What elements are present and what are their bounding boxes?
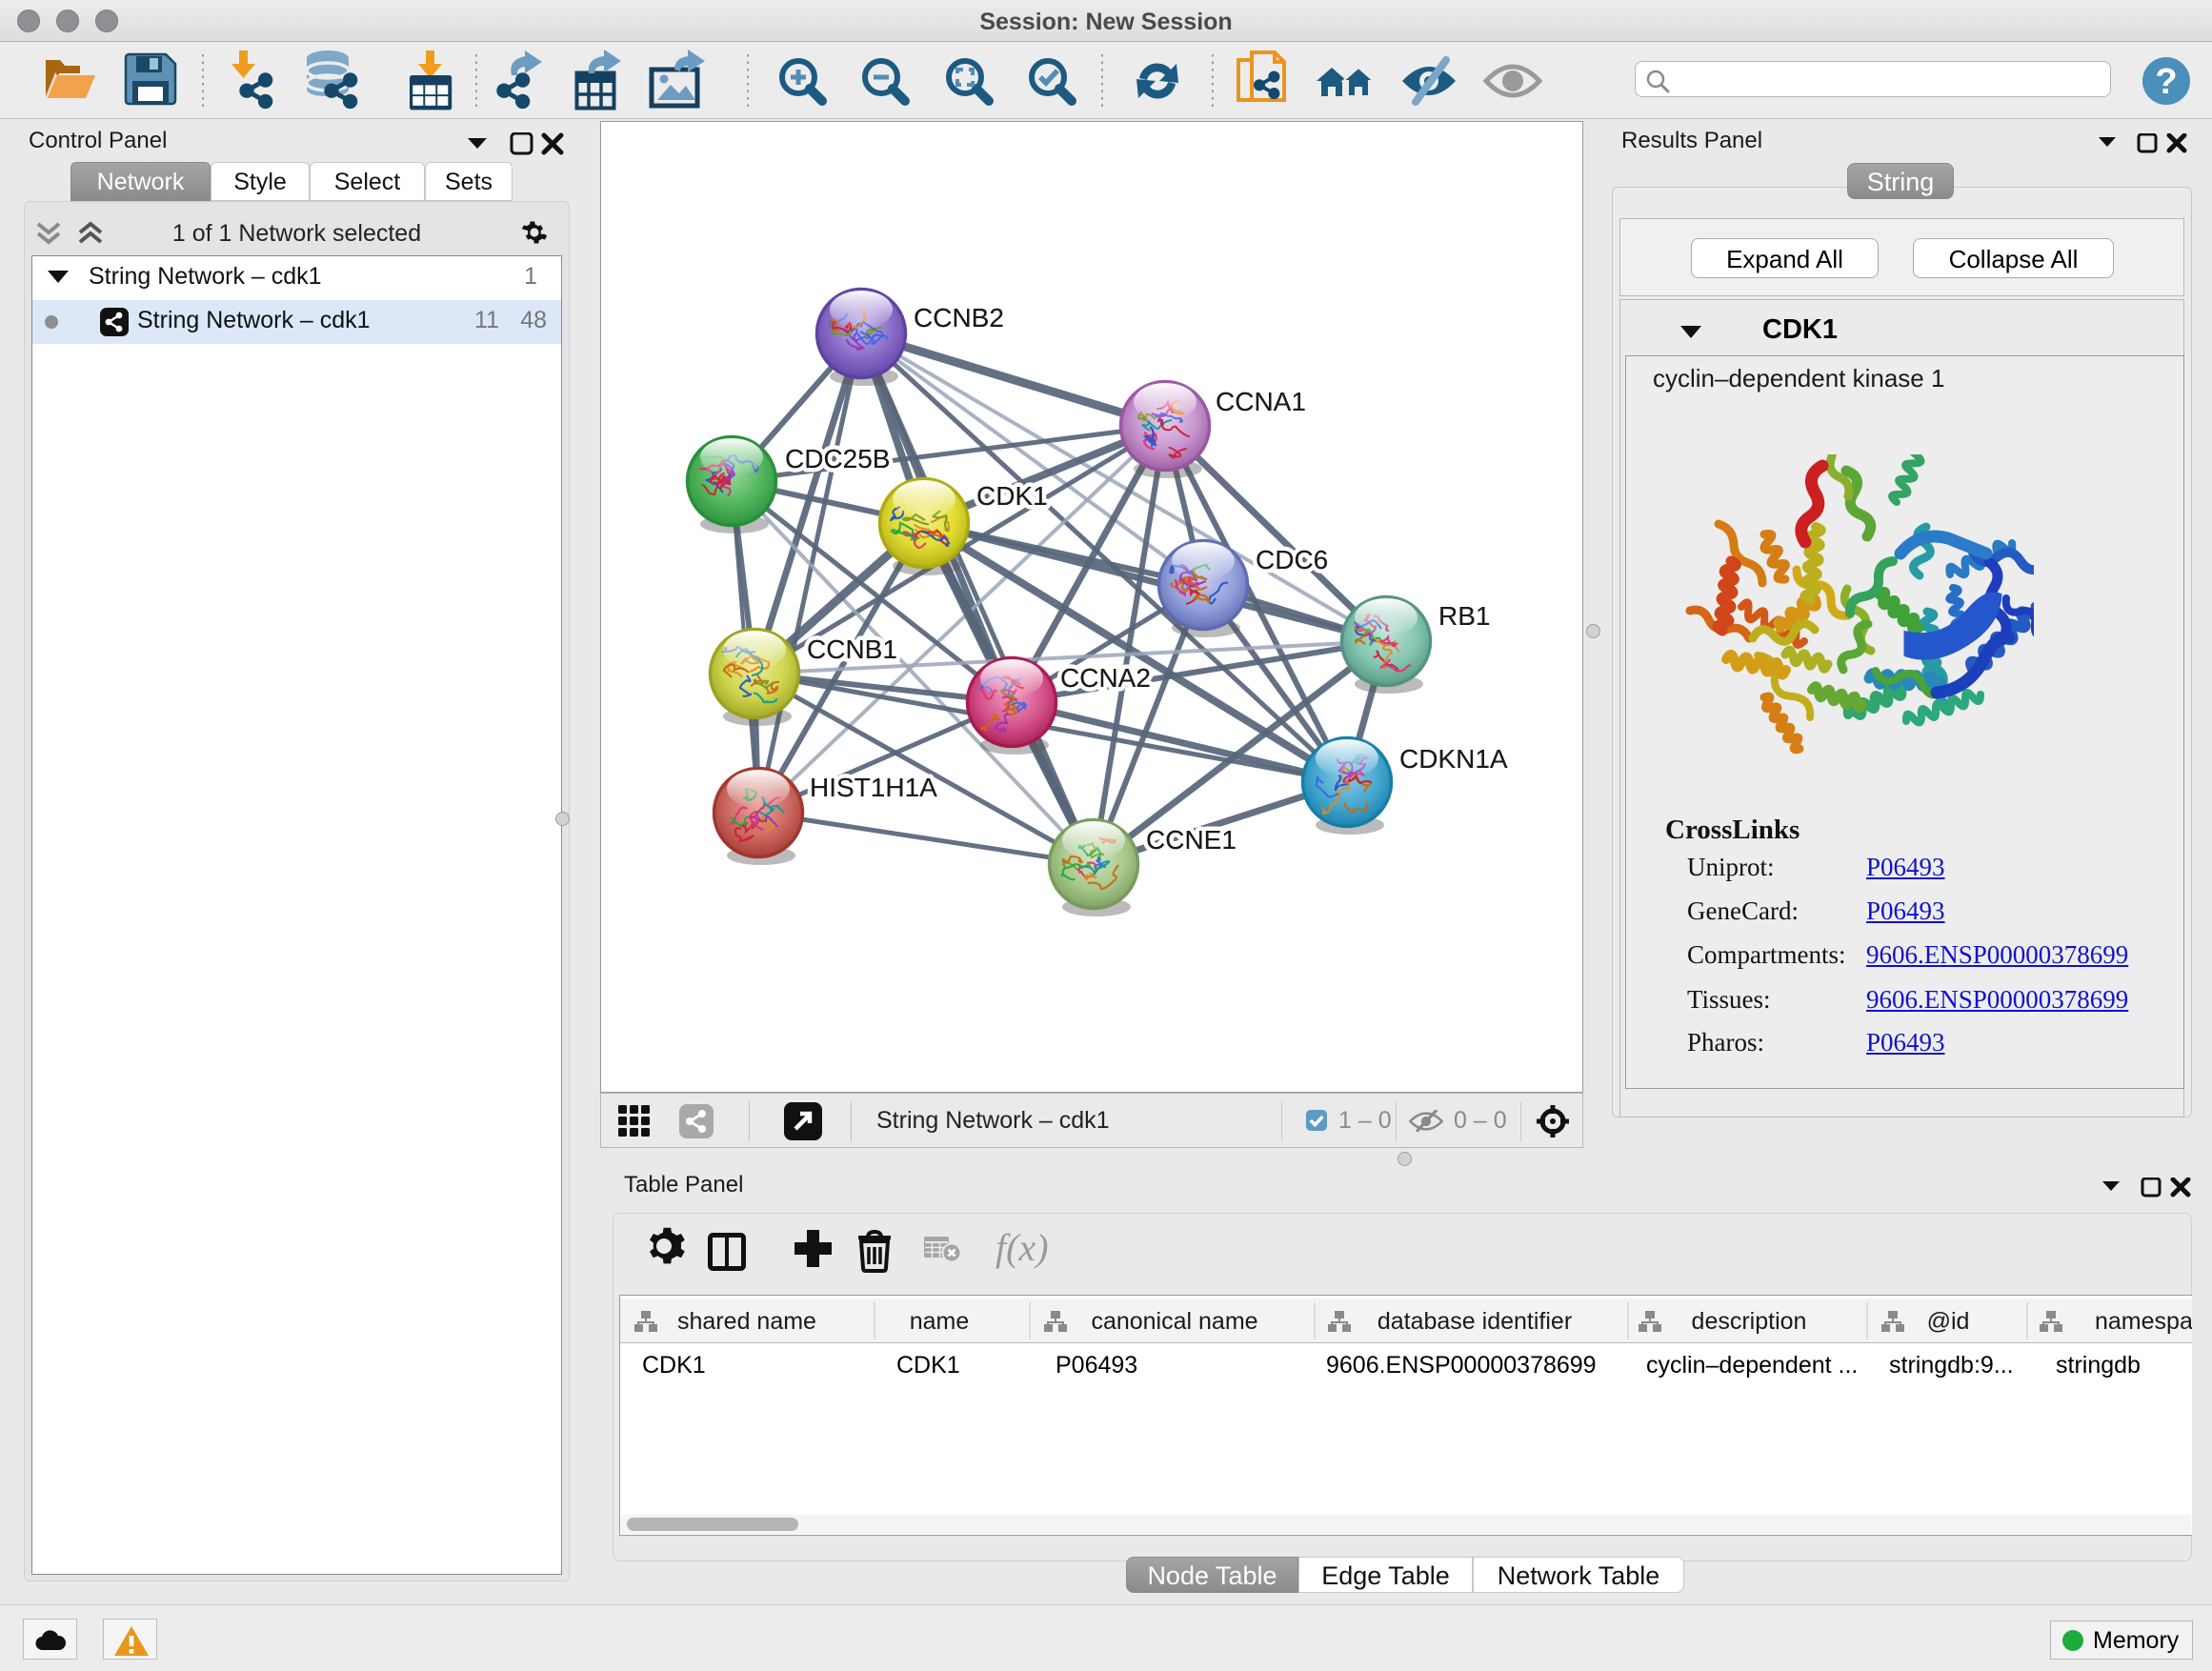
svg-text:database identifier: database identifier — [1377, 1308, 1572, 1335]
svg-text:?: ? — [2155, 62, 2177, 102]
svg-text:name: name — [910, 1308, 970, 1335]
svg-text:CDC25B: CDC25B — [785, 444, 890, 473]
svg-text:CDKN1A: CDKN1A — [1399, 744, 1508, 774]
svg-text:CCNE1: CCNE1 — [1146, 825, 1237, 855]
svg-text:CDC6: CDC6 — [1256, 545, 1328, 574]
svg-text:RB1: RB1 — [1438, 601, 1490, 631]
svg-text:CCNB2: CCNB2 — [914, 303, 1004, 332]
svg-text:@id: @id — [1927, 1308, 1970, 1335]
svg-text:CCNB1: CCNB1 — [807, 634, 897, 664]
svg-text:namespace: namespace — [2095, 1308, 2192, 1335]
svg-text:CCNA2: CCNA2 — [1060, 663, 1151, 693]
svg-text:shared name: shared name — [677, 1308, 816, 1335]
svg-text:description: description — [1692, 1308, 1807, 1335]
svg-text:CCNA1: CCNA1 — [1216, 387, 1306, 416]
svg-text:HIST1H1A: HIST1H1A — [810, 773, 937, 802]
svg-text:canonical name: canonical name — [1091, 1308, 1257, 1335]
svg-text:CDK1: CDK1 — [976, 481, 1048, 511]
